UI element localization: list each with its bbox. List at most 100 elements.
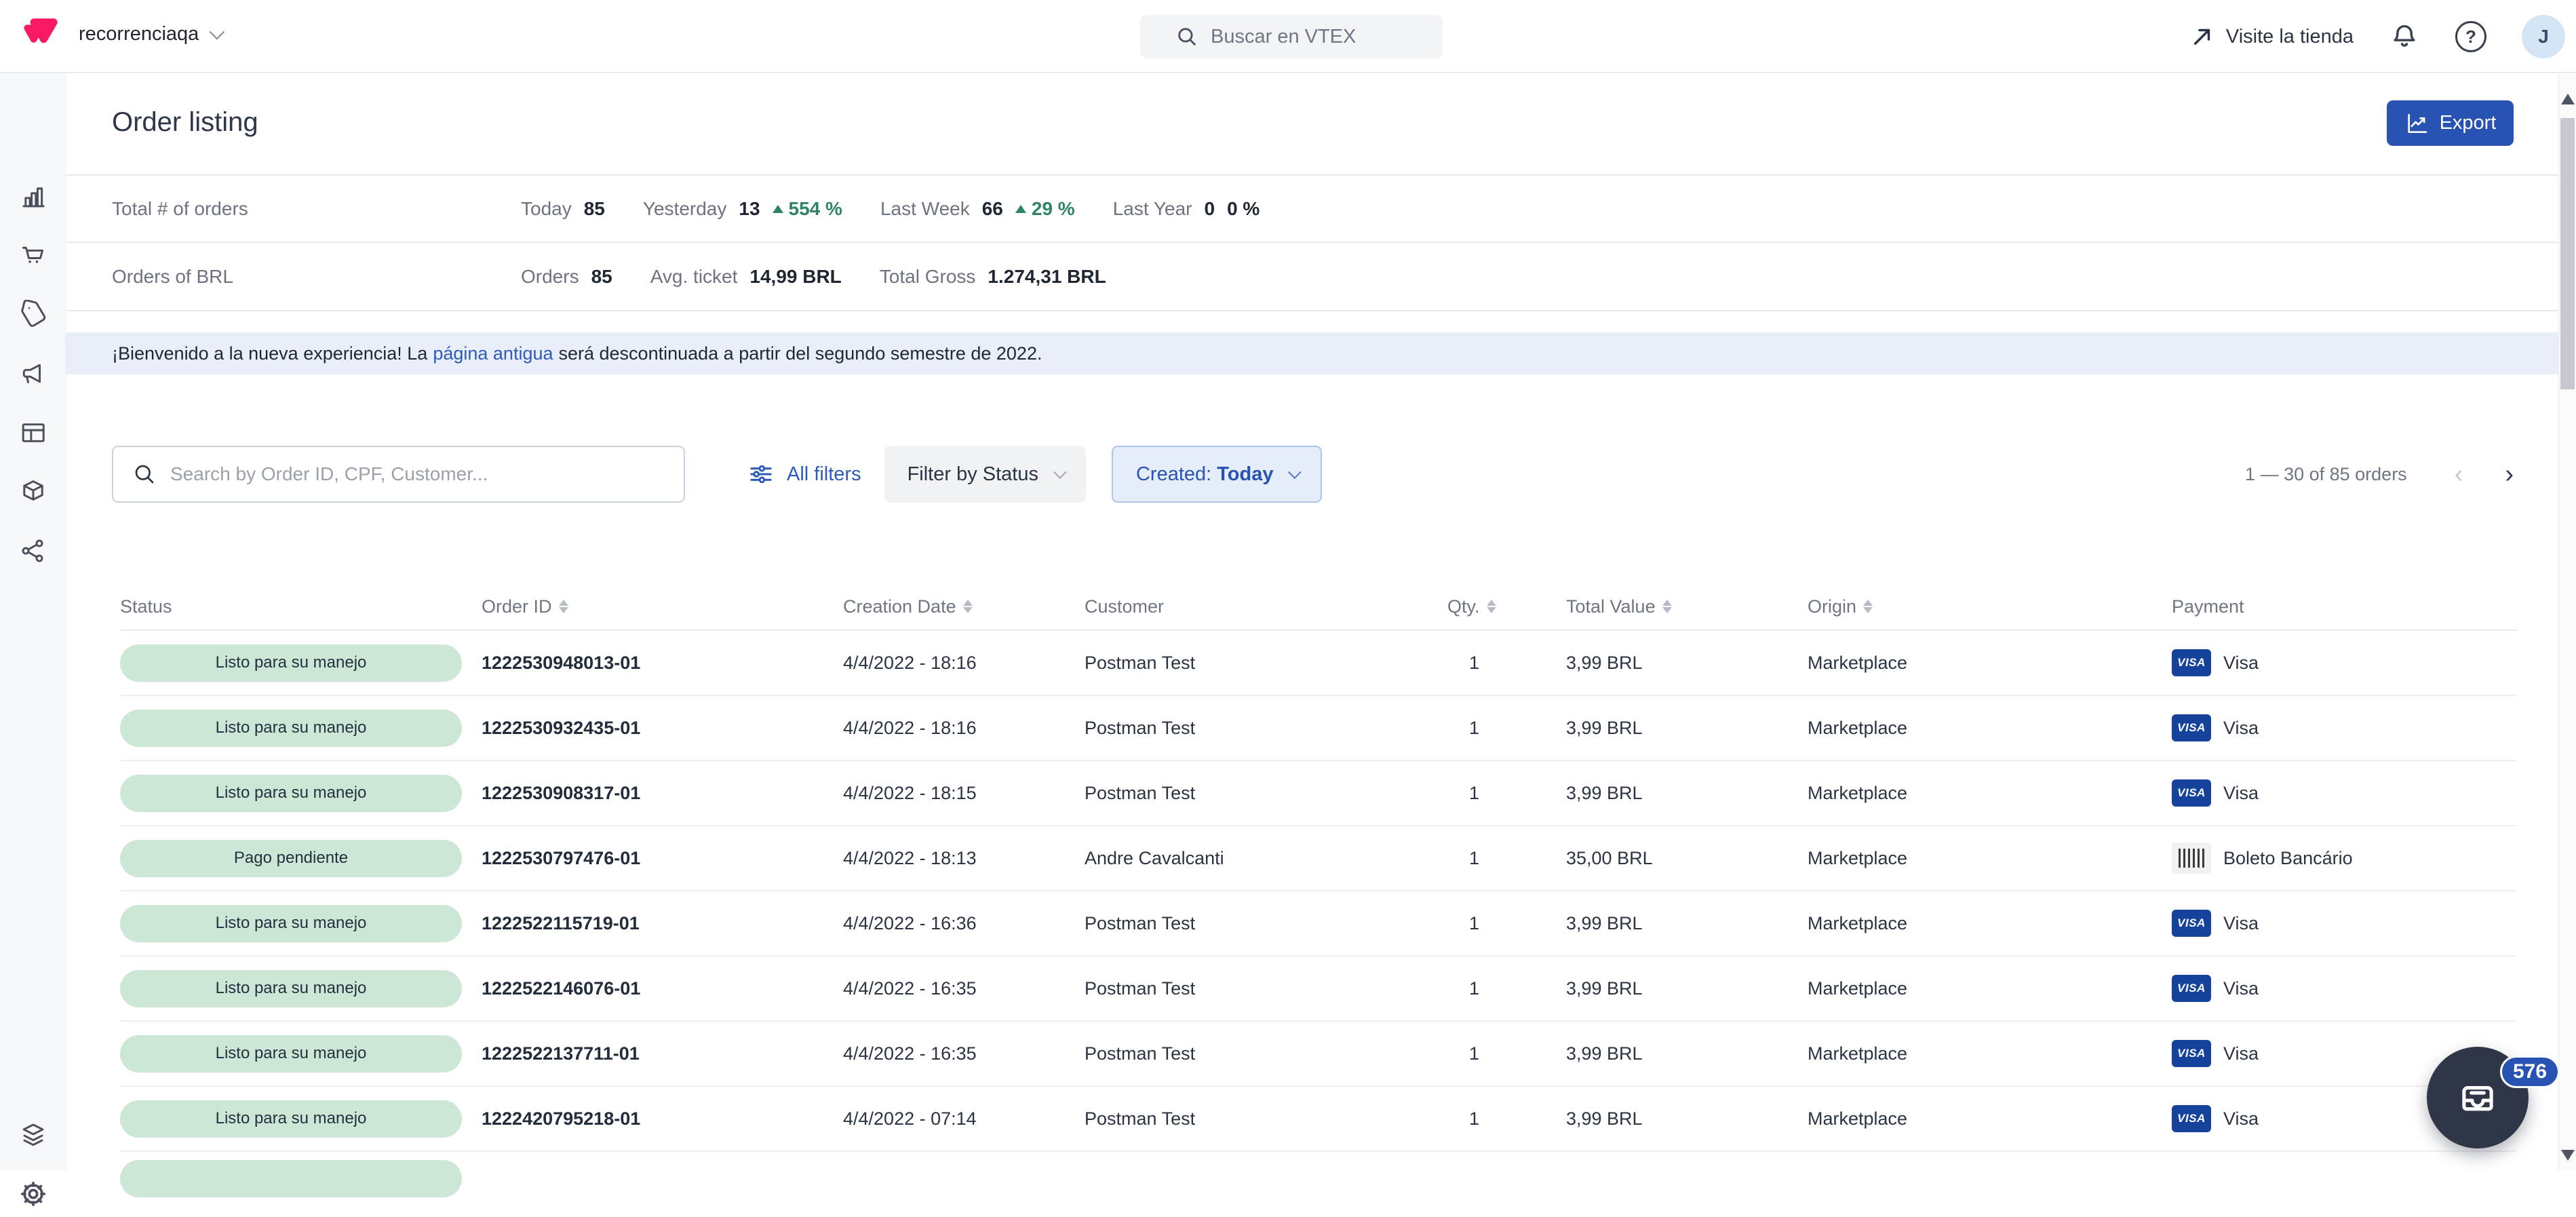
banner-text-before: ¡Bienvenido a la nueva experiencia! La	[112, 343, 427, 364]
table-row[interactable]: Listo para su manejo 1222522137711-01 4/…	[120, 1022, 2517, 1087]
created-filter-prefix: Created:	[1136, 463, 1211, 485]
payment-label: Visa	[2223, 913, 2259, 934]
status-filter-dropdown[interactable]: Filter by Status	[884, 446, 1086, 503]
table-row[interactable]: Listo para su manejo 1222420795218-01 4/…	[120, 1087, 2517, 1152]
customer-cell: Postman Test	[1085, 718, 1447, 739]
column-header-status: Status	[120, 596, 482, 617]
column-header-qty[interactable]: Qty.	[1447, 596, 1566, 617]
scroll-down-arrow[interactable]	[2561, 1150, 2575, 1161]
column-label: Creation Date	[843, 596, 956, 617]
column-label: Origin	[1808, 596, 1856, 617]
origin-cell: Marketplace	[1808, 718, 2172, 739]
sort-icon	[1487, 600, 1496, 613]
stat-metric: Total Gross1.274,31 BRL	[880, 266, 1106, 288]
table-row[interactable]: Listo para su manejo 1222530948013-01 4/…	[120, 631, 2517, 696]
column-header-total-value[interactable]: Total Value	[1566, 596, 1808, 617]
visa-icon: VISA	[2172, 910, 2211, 937]
customer-cell: Andre Cavalcanti	[1085, 848, 1447, 869]
order-search-input[interactable]	[170, 463, 684, 485]
creation-date-cell: 4/4/2022 - 18:16	[843, 653, 1085, 674]
global-search[interactable]: Buscar en VTEX	[1140, 15, 1443, 58]
table-row[interactable]: Pago pendiente 1222530797476-01 4/4/2022…	[120, 826, 2517, 891]
payment-cell: VISAVisa	[2172, 975, 2517, 1002]
topbar-actions: Visite la tienda ? J	[2189, 0, 2565, 73]
qty-cell: 1	[1447, 848, 1566, 869]
cube-icon[interactable]	[18, 477, 48, 507]
column-header-creation-date[interactable]: Creation Date	[843, 596, 1085, 617]
welcome-banner: ¡Bienvenido a la nueva experiencia! La p…	[66, 332, 2576, 374]
payment-label: Visa	[2223, 1043, 2259, 1064]
customer-cell: Postman Test	[1085, 913, 1447, 934]
gear-icon[interactable]	[18, 1179, 48, 1209]
qty-cell: 1	[1447, 913, 1566, 934]
status-cell: Listo para su manejo	[120, 1100, 482, 1138]
column-header-origin[interactable]: Origin	[1808, 596, 2172, 617]
pagination-range: 1 — 30 of 85 orders	[2245, 464, 2407, 485]
customer-cell: Postman Test	[1085, 783, 1447, 804]
account-switcher[interactable]: recorrenciaqa	[79, 23, 220, 45]
megaphone-icon[interactable]	[18, 359, 48, 389]
scrollbar-thumb[interactable]	[2560, 118, 2575, 389]
qty-cell: 1	[1447, 783, 1566, 804]
stat-metric: Orders85	[521, 266, 612, 288]
stats-summary: Total # of orders Today85Yesterday13554 …	[66, 174, 2576, 311]
visit-store-link[interactable]: Visite la tienda	[2189, 24, 2354, 50]
bar-chart-icon[interactable]	[18, 182, 48, 212]
layers-icon[interactable]	[18, 1120, 48, 1150]
vertical-scrollbar	[2558, 75, 2576, 1170]
chevron-right-icon[interactable]: ›	[2505, 461, 2514, 487]
help-button[interactable]: ?	[2455, 21, 2486, 52]
page-title: Order listing	[112, 107, 258, 138]
avatar[interactable]: J	[2522, 15, 2565, 58]
qty-cell: 1	[1447, 1043, 1566, 1064]
order-id-cell: 1222530948013-01	[482, 653, 843, 674]
total-value-cell: 35,00 BRL	[1566, 848, 1808, 869]
vtex-logo[interactable]	[23, 18, 58, 50]
sort-icon	[559, 600, 568, 613]
creation-date-cell: 4/4/2022 - 07:14	[843, 1108, 1085, 1129]
status-badge: Listo para su manejo	[120, 905, 462, 942]
table-row-partial[interactable]	[120, 1152, 2517, 1217]
table-header-row: StatusOrder IDCreation DateCustomerQty.T…	[120, 583, 2517, 631]
customer-cell: Postman Test	[1085, 1108, 1447, 1129]
payment-label: Visa	[2223, 718, 2259, 739]
creation-date-cell: 4/4/2022 - 18:13	[843, 848, 1085, 869]
all-filters-button[interactable]: All filters	[747, 461, 861, 488]
tag-icon[interactable]	[18, 300, 48, 330]
search-icon	[132, 462, 157, 486]
scroll-up-arrow[interactable]	[2561, 94, 2575, 104]
qty-cell: 1	[1447, 718, 1566, 739]
triangle-up-icon	[773, 205, 783, 213]
status-cell: Listo para su manejo	[120, 775, 482, 812]
cart-icon[interactable]	[18, 241, 48, 271]
total-value-cell: 3,99 BRL	[1566, 1108, 1808, 1129]
table-row[interactable]: Listo para su manejo 1222530932435-01 4/…	[120, 696, 2517, 761]
column-header-payment: Payment	[2172, 596, 2517, 617]
fab-count-badge: 576	[2500, 1056, 2560, 1088]
chevron-left-icon[interactable]: ‹	[2455, 461, 2463, 487]
storefront-icon[interactable]	[18, 418, 48, 448]
table-body: Listo para su manejo 1222530948013-01 4/…	[120, 631, 2517, 1217]
creation-date-cell: 4/4/2022 - 18:16	[843, 718, 1085, 739]
share-icon[interactable]	[18, 536, 48, 566]
order-search-field[interactable]	[112, 446, 685, 503]
table-row[interactable]: Listo para su manejo 1222522115719-01 4/…	[120, 891, 2517, 957]
notifications-button[interactable]	[2389, 21, 2420, 52]
payment-label: Visa	[2223, 1108, 2259, 1129]
created-filter-dropdown[interactable]: Created:Today	[1112, 446, 1322, 503]
column-header-order-id[interactable]: Order ID	[482, 596, 843, 617]
triangle-up-icon	[1015, 205, 1026, 213]
global-search-placeholder: Buscar en VTEX	[1211, 26, 1356, 48]
payment-cell: VISAVisa	[2172, 779, 2517, 807]
order-id-cell: 1222522137711-01	[482, 1043, 843, 1064]
table-row[interactable]: Listo para su manejo 1222522146076-01 4/…	[120, 957, 2517, 1022]
visa-icon: VISA	[2172, 714, 2211, 741]
table-row[interactable]: Listo para su manejo 1222530908317-01 4/…	[120, 761, 2517, 826]
trend-up-indicator: 29 %	[1015, 198, 1075, 220]
avatar-initial: J	[2538, 26, 2549, 47]
status-badge: Listo para su manejo	[120, 1100, 462, 1138]
export-button-label: Export	[2440, 112, 2497, 134]
old-page-link[interactable]: página antigua	[433, 343, 553, 364]
stats-row-orders-count: Total # of orders Today85Yesterday13554 …	[66, 174, 2576, 243]
export-button[interactable]: Export	[2387, 100, 2514, 146]
